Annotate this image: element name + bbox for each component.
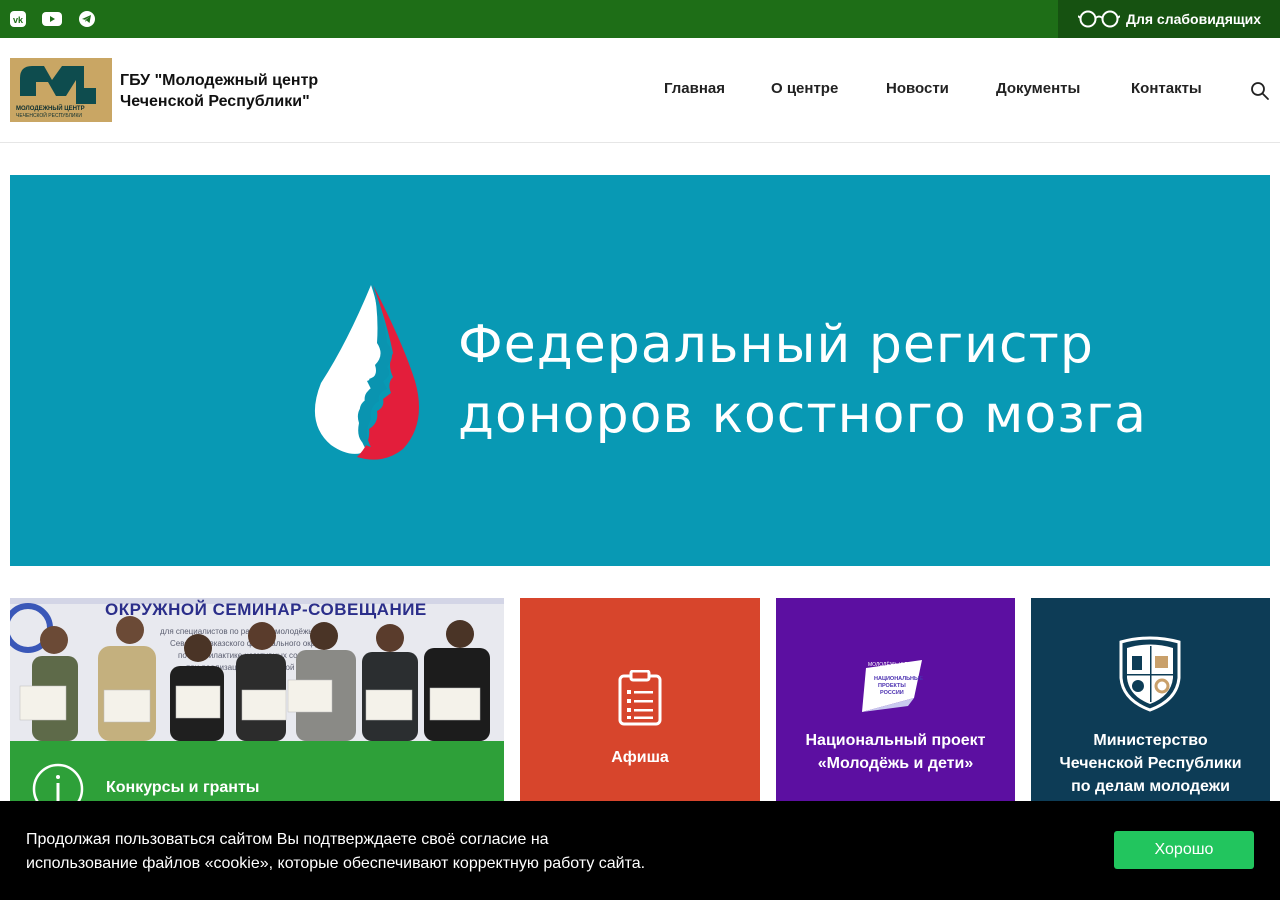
- organization-name-line2: Чеченской Республики": [120, 93, 310, 110]
- low-vision-button[interactable]: Для слабовидящих: [1058, 0, 1280, 38]
- competitions-band: Конкурсы и гранты: [10, 741, 504, 808]
- national-projects-logo: МОЛОДЁЖЬ И ДЕТИ НАЦИОНАЛЬНЫЕ ПРОЕКТЫ РОС…: [862, 660, 923, 712]
- seminar-photo: для специалистов по работе с молодёжью С…: [10, 598, 504, 741]
- ministry-line2: Чеченской Республики: [1059, 755, 1242, 772]
- cookie-message-line1: Продолжая пользоваться сайтом Вы подтвер…: [26, 831, 549, 848]
- afisha-label: Афиша: [611, 749, 669, 766]
- ministry-emblem-icon: [1119, 636, 1181, 712]
- svg-text:НАЦИОНАЛЬНЫЕ: НАЦИОНАЛЬНЫЕ: [874, 676, 923, 682]
- telegram-icon[interactable]: [78, 10, 96, 28]
- site-logo[interactable]: МОЛОДЕЖНЫЙ ЦЕНТР ЧЕЧЕНСКОЙ РЕСПУБЛИКИ: [10, 58, 112, 122]
- tile-afisha[interactable]: Афиша: [520, 598, 760, 808]
- tile-national-project[interactable]: МОЛОДЁЖЬ И ДЕТИ НАЦИОНАЛЬНЫЕ ПРОЕКТЫ РОС…: [776, 598, 1015, 808]
- banner-title-line2: доноров костного мозга: [458, 385, 1148, 445]
- nav-home[interactable]: Главная: [664, 80, 725, 97]
- cookie-banner: Продолжая пользоваться сайтом Вы подтвер…: [0, 801, 1280, 900]
- clipboard-list-icon: [618, 670, 662, 726]
- nav-documents[interactable]: Документы: [996, 80, 1080, 97]
- svg-text:МОЛОДЕЖНЫЙ ЦЕНТР: МОЛОДЕЖНЫЙ ЦЕНТР: [16, 104, 85, 112]
- hero-banner[interactable]: Федеральный регистр доноров костного моз…: [10, 175, 1270, 566]
- national-project-label: Национальный проект «Молодёжь и дети»: [776, 729, 1015, 775]
- svg-text:для специалистов по работе с м: для специалистов по работе с молодёжью: [160, 627, 318, 636]
- nav-news[interactable]: Новости: [886, 80, 949, 97]
- seminar-photo-heading: ОКРУЖНОЙ СЕМИНАР-СОВЕЩАНИЕ: [105, 600, 427, 619]
- youtube-icon[interactable]: [42, 10, 62, 28]
- svg-text:РОССИИ: РОССИИ: [880, 690, 904, 696]
- national-project-line1: Национальный проект: [805, 732, 986, 749]
- donor-drop-logo: [314, 285, 419, 460]
- low-vision-label: Для слабовидящих: [1126, 11, 1262, 27]
- cookie-accept-button[interactable]: Хорошо: [1114, 831, 1254, 869]
- tile-ministry[interactable]: Министерство Чеченской Республики по дел…: [1031, 598, 1270, 808]
- search-icon[interactable]: [1250, 81, 1270, 101]
- site-header: МОЛОДЕЖНЫЙ ЦЕНТР ЧЕЧЕНСКОЙ РЕСПУБЛИКИ ГБ…: [0, 38, 1280, 143]
- glasses-icon: [1078, 10, 1120, 28]
- ministry-line3: по делам молодежи: [1071, 778, 1230, 795]
- ministry-line1: Министерство: [1093, 732, 1208, 749]
- top-bar: vk Для слабовидящих: [0, 0, 1280, 38]
- organization-name-line1: ГБУ "Молодежный центр: [120, 72, 319, 89]
- organization-name[interactable]: ГБУ "Молодежный центр Чеченской Республи…: [120, 70, 380, 112]
- svg-text:ПРОЕКТЫ: ПРОЕКТЫ: [878, 683, 906, 689]
- nav-about[interactable]: О центре: [771, 80, 838, 97]
- tile-competitions[interactable]: для специалистов по работе с молодёжью С…: [10, 598, 504, 808]
- banner-title-line1: Федеральный регистр: [458, 315, 1094, 375]
- np-logo-small-text: МОЛОДЁЖЬ И ДЕТИ: [868, 661, 918, 668]
- nav-contacts[interactable]: Контакты: [1131, 80, 1202, 97]
- ministry-label: Министерство Чеченской Республики по дел…: [1031, 729, 1270, 798]
- svg-text:vk: vk: [13, 15, 24, 25]
- national-project-line2: «Молодёжь и дети»: [817, 755, 974, 772]
- svg-text:ЧЕЧЕНСКОЙ РЕСПУБЛИКИ: ЧЕЧЕНСКОЙ РЕСПУБЛИКИ: [16, 111, 82, 119]
- vk-icon[interactable]: vk: [9, 10, 27, 28]
- competitions-label: Конкурсы и гранты: [106, 779, 260, 796]
- cookie-message: Продолжая пользоваться сайтом Вы подтвер…: [26, 828, 706, 876]
- cookie-message-line2: использование файлов «cookie», которые о…: [26, 855, 646, 872]
